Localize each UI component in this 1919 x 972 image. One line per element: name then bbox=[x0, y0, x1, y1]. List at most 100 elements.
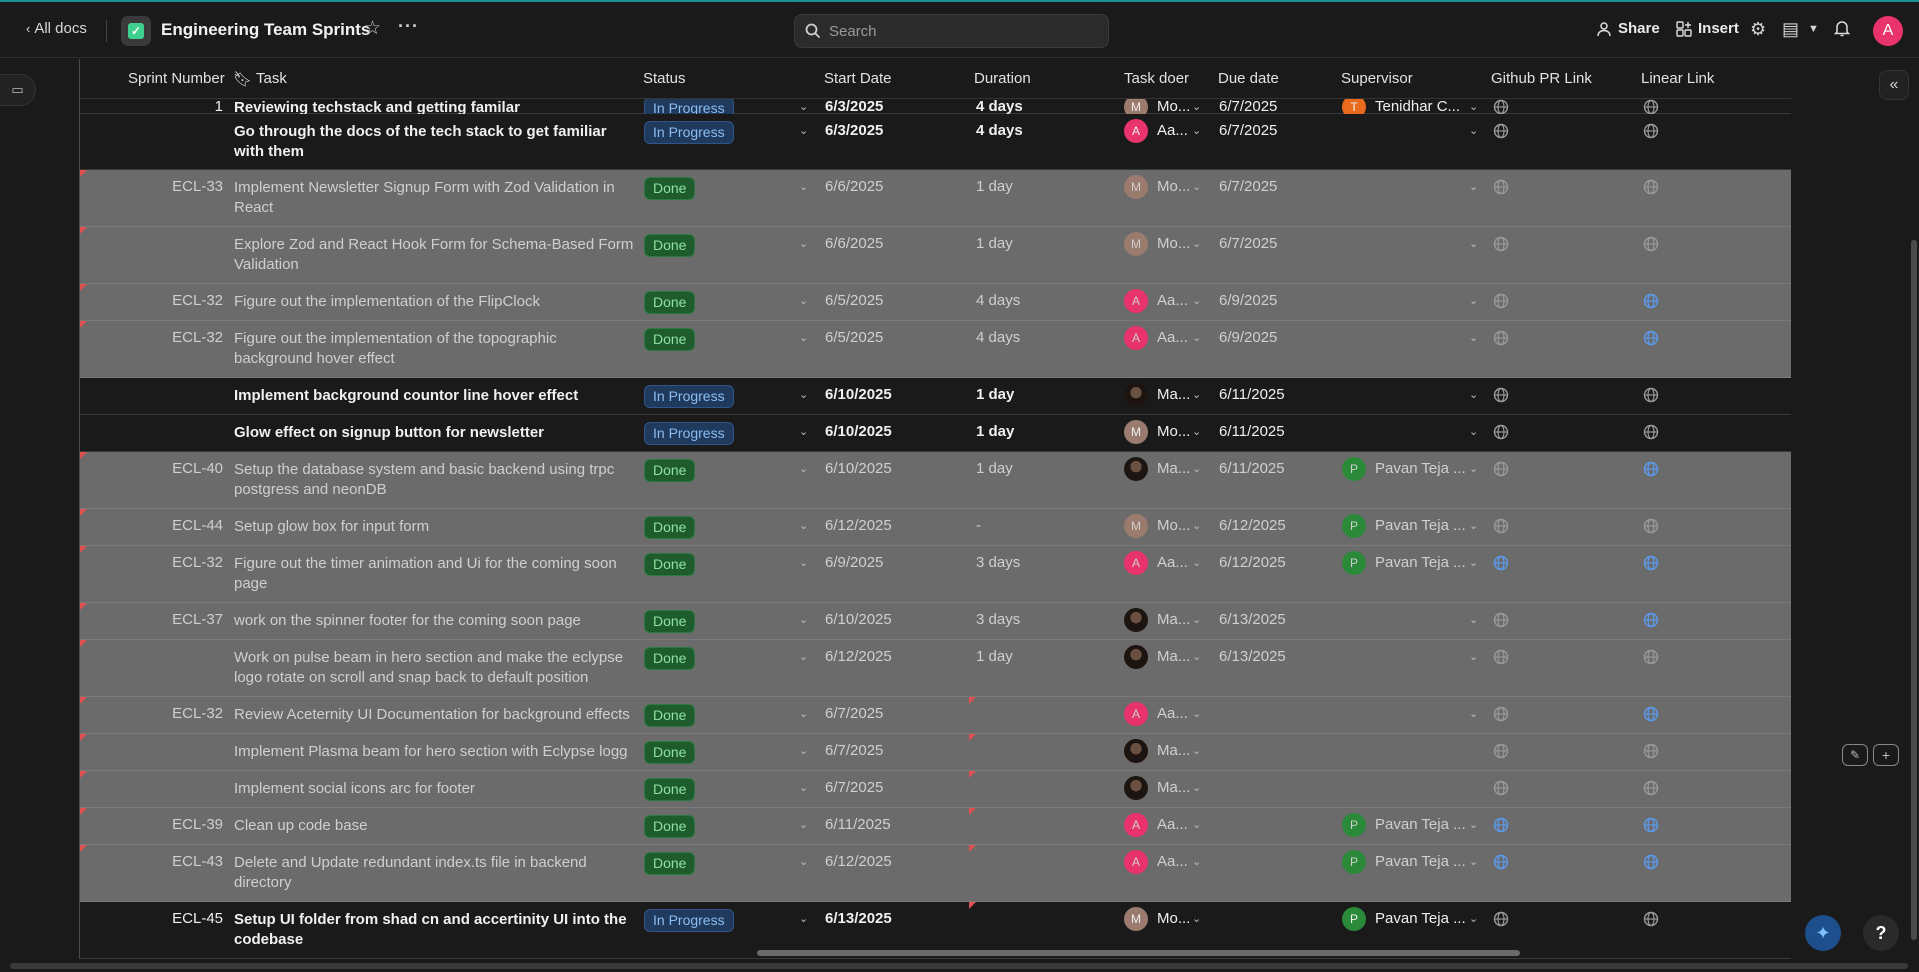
col-task-doer[interactable]: Task doer bbox=[1124, 70, 1189, 87]
task-doer-name[interactable]: Mo... bbox=[1157, 423, 1190, 440]
col-linear-link[interactable]: Linear Link bbox=[1641, 70, 1714, 87]
all-docs-link[interactable]: ‹ All docs bbox=[26, 20, 87, 37]
supervisor-name[interactable]: Pavan Teja ... bbox=[1375, 816, 1466, 833]
status-badge[interactable]: In Progress bbox=[644, 422, 734, 445]
status-dropdown-chevron-icon[interactable]: ⌄ bbox=[799, 650, 808, 663]
supervisor-avatar[interactable]: P bbox=[1342, 551, 1366, 575]
sprint-number-cell[interactable]: ECL-33 bbox=[80, 178, 223, 195]
edit-comment-icon[interactable]: ✎ bbox=[1842, 744, 1868, 766]
start-date-cell[interactable]: 6/7/2025 bbox=[825, 705, 883, 722]
supervisor-name[interactable]: Pavan Teja ... bbox=[1375, 517, 1466, 534]
due-date-cell[interactable]: 6/13/2025 bbox=[1219, 611, 1286, 628]
col-due-date[interactable]: Due date bbox=[1218, 70, 1279, 87]
linear-link-globe-icon[interactable] bbox=[1643, 424, 1659, 445]
duration-cell[interactable]: 4 days bbox=[976, 292, 1020, 309]
sprint-number-cell[interactable]: ECL-45 bbox=[80, 910, 223, 927]
start-date-cell[interactable]: 6/3/2025 bbox=[825, 99, 883, 115]
col-sprint-number[interactable]: Sprint Number bbox=[128, 70, 225, 87]
start-date-cell[interactable]: 6/13/2025 bbox=[825, 910, 892, 927]
page-horizontal-scrollbar[interactable] bbox=[10, 963, 1908, 969]
status-badge[interactable]: Done bbox=[644, 704, 696, 727]
task-cell[interactable]: Setup the database system and basic back… bbox=[234, 460, 634, 500]
linear-link-globe-icon[interactable] bbox=[1643, 123, 1659, 144]
task-doer-avatar[interactable]: A bbox=[1124, 702, 1148, 726]
task-doer-avatar[interactable] bbox=[1124, 608, 1148, 632]
duration-cell[interactable]: 3 days bbox=[976, 611, 1020, 628]
table-row[interactable]: Implement social icons arc for footer Don… bbox=[80, 771, 1791, 808]
task-doer-name[interactable]: Mo... bbox=[1157, 517, 1190, 534]
duration-cell[interactable]: 1 day bbox=[976, 235, 1013, 252]
table-row[interactable]: Explore Zod and React Hook Form for Sche… bbox=[80, 227, 1791, 284]
task-doer-name[interactable]: Aa... bbox=[1157, 292, 1188, 309]
duration-cell[interactable]: 4 days bbox=[976, 122, 1023, 139]
status-badge[interactable]: Done bbox=[644, 647, 696, 670]
table-row[interactable]: ECL-44 Setup glow box for input form Done ⌄… bbox=[80, 509, 1791, 546]
supervisor-dropdown-chevron-icon[interactable]: ⌄ bbox=[1469, 425, 1478, 438]
linear-link-globe-icon[interactable] bbox=[1643, 743, 1659, 764]
duration-cell[interactable]: 4 days bbox=[976, 99, 1023, 115]
task-doer-avatar[interactable]: M bbox=[1124, 514, 1148, 538]
supervisor-dropdown-chevron-icon[interactable]: ⌄ bbox=[1469, 855, 1478, 868]
start-date-cell[interactable]: 6/5/2025 bbox=[825, 292, 883, 309]
task-doer-avatar[interactable]: A bbox=[1124, 326, 1148, 350]
task-doer-name[interactable]: Aa... bbox=[1157, 122, 1188, 139]
due-date-cell[interactable]: 6/13/2025 bbox=[1219, 648, 1286, 665]
table-row[interactable]: ECL-37 work on the spinner footer for the… bbox=[80, 603, 1791, 640]
task-doer-avatar[interactable]: A bbox=[1124, 289, 1148, 313]
status-badge[interactable]: Done bbox=[644, 328, 696, 351]
start-date-cell[interactable]: 6/10/2025 bbox=[825, 611, 892, 628]
linear-link-globe-icon[interactable] bbox=[1643, 293, 1659, 314]
github-link-globe-icon[interactable] bbox=[1493, 743, 1509, 764]
doer-dropdown-chevron-icon[interactable]: ⌄ bbox=[1192, 613, 1201, 626]
due-date-cell[interactable]: 6/11/2025 bbox=[1219, 386, 1285, 403]
more-options-icon[interactable]: ··· bbox=[398, 16, 419, 37]
status-badge[interactable]: Done bbox=[644, 778, 696, 801]
github-link-globe-icon[interactable] bbox=[1493, 330, 1509, 351]
task-cell[interactable]: Implement social icons arc for footer bbox=[234, 779, 634, 799]
linear-link-globe-icon[interactable] bbox=[1643, 706, 1659, 727]
github-link-globe-icon[interactable] bbox=[1493, 911, 1509, 932]
doer-dropdown-chevron-icon[interactable]: ⌄ bbox=[1192, 818, 1201, 831]
status-badge[interactable]: In Progress bbox=[644, 909, 734, 932]
sidebar-toggle-icon[interactable]: ▭ bbox=[0, 74, 36, 106]
status-dropdown-chevron-icon[interactable]: ⌄ bbox=[799, 744, 808, 757]
supervisor-dropdown-chevron-icon[interactable]: ⌄ bbox=[1469, 180, 1478, 193]
table-row[interactable]: ECL-43 Delete and Update redundant index.… bbox=[80, 845, 1791, 902]
task-cell[interactable]: Setup UI folder from shad cn and accerti… bbox=[234, 910, 634, 950]
collapse-panel-icon[interactable]: « bbox=[1879, 70, 1909, 100]
duration-cell[interactable]: 1 day bbox=[976, 423, 1014, 440]
supervisor-avatar[interactable]: P bbox=[1342, 850, 1366, 874]
table-row[interactable]: ECL-32 Figure out the implementation of t… bbox=[80, 284, 1791, 321]
github-link-globe-icon[interactable] bbox=[1493, 424, 1509, 445]
github-link-globe-icon[interactable] bbox=[1493, 123, 1509, 144]
supervisor-dropdown-chevron-icon[interactable]: ⌄ bbox=[1469, 331, 1478, 344]
status-dropdown-chevron-icon[interactable]: ⌄ bbox=[799, 237, 808, 250]
linear-link-globe-icon[interactable] bbox=[1643, 555, 1659, 576]
task-doer-name[interactable]: Aa... bbox=[1157, 853, 1188, 870]
github-link-globe-icon[interactable] bbox=[1493, 706, 1509, 727]
task-doer-name[interactable]: Ma... bbox=[1157, 386, 1190, 403]
supervisor-avatar[interactable]: P bbox=[1342, 907, 1366, 931]
start-date-cell[interactable]: 6/12/2025 bbox=[825, 517, 892, 534]
task-cell[interactable]: Delete and Update redundant index.ts fil… bbox=[234, 853, 634, 893]
task-doer-name[interactable]: Aa... bbox=[1157, 705, 1188, 722]
status-dropdown-chevron-icon[interactable]: ⌄ bbox=[799, 613, 808, 626]
github-link-globe-icon[interactable] bbox=[1493, 293, 1509, 314]
table-row[interactable]: 1 Reviewing techstack and getting familar… bbox=[80, 99, 1791, 120]
task-doer-avatar[interactable]: M bbox=[1124, 175, 1148, 199]
table-row[interactable]: ECL-32 Review Aceternity UI Documentation… bbox=[80, 697, 1791, 734]
supervisor-dropdown-chevron-icon[interactable]: ⌄ bbox=[1469, 519, 1478, 532]
linear-link-globe-icon[interactable] bbox=[1643, 817, 1659, 838]
duration-cell[interactable]: 1 day bbox=[976, 178, 1013, 195]
start-date-cell[interactable]: 6/12/2025 bbox=[825, 853, 892, 870]
sprint-number-cell[interactable]: ECL-39 bbox=[80, 816, 223, 833]
github-link-globe-icon[interactable] bbox=[1493, 461, 1509, 482]
table-row[interactable]: Glow effect on signup button for newslet… bbox=[80, 415, 1791, 452]
task-doer-name[interactable]: Aa... bbox=[1157, 554, 1188, 571]
status-badge[interactable]: Done bbox=[644, 610, 696, 633]
task-doer-avatar[interactable]: A bbox=[1124, 119, 1148, 143]
star-icon[interactable]: ☆ bbox=[364, 17, 381, 40]
supervisor-dropdown-chevron-icon[interactable]: ⌄ bbox=[1469, 707, 1478, 720]
task-doer-name[interactable]: Ma... bbox=[1157, 779, 1190, 796]
task-cell[interactable]: Figure out the timer animation and Ui fo… bbox=[234, 554, 634, 594]
